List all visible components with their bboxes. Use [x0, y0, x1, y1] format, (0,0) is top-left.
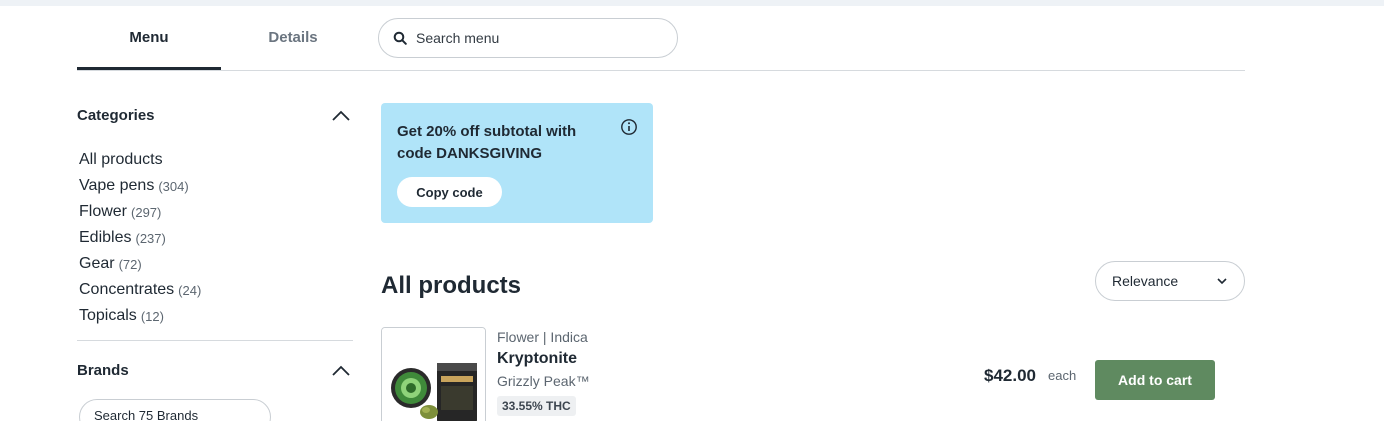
category-label: All products: [79, 151, 163, 168]
product-image[interactable]: [381, 327, 486, 421]
brands-collapse-chevron-icon[interactable]: [331, 363, 351, 377]
category-count: (12): [140, 308, 164, 324]
category-label: Gear: [79, 255, 115, 272]
copy-code-button[interactable]: Copy code: [397, 177, 502, 207]
category-label: Edibles: [79, 229, 132, 246]
product-category: Flower | Indica: [497, 329, 588, 345]
thc-badge: 33.55% THC: [497, 396, 576, 416]
product-photo-icon: [382, 328, 485, 421]
product-price: $42.00: [984, 366, 1036, 385]
category-item-flower[interactable]: Flower (297): [79, 199, 201, 225]
promo-text: Get 20% off subtotal with code DANKSGIVI…: [397, 123, 577, 162]
brand-search-box[interactable]: [79, 399, 271, 421]
product-name[interactable]: Kryptonite: [497, 350, 577, 368]
section-title: All products: [381, 272, 522, 299]
product-brand: Grizzly Peak™: [497, 373, 590, 389]
tab-menu[interactable]: Menu: [77, 18, 221, 70]
categories-heading: Categories: [77, 107, 155, 124]
price-unit: each: [1048, 368, 1077, 383]
category-item-edibles[interactable]: Edibles (237): [79, 225, 201, 251]
category-list: All products Vape pens (304) Flower (297) …: [79, 147, 201, 329]
category-count: (72): [118, 256, 142, 272]
category-item-topicals[interactable]: Topicals (12): [79, 303, 201, 329]
chevron-down-icon: [1217, 278, 1227, 285]
info-icon[interactable]: [620, 118, 638, 136]
category-label: Vape pens: [79, 177, 155, 194]
category-item-vape-pens[interactable]: Vape pens (304): [79, 173, 201, 199]
top-strip: [0, 0, 1384, 6]
category-item-all-products[interactable]: All products: [79, 147, 201, 173]
tab-details[interactable]: Details: [221, 18, 365, 70]
category-item-concentrates[interactable]: Concentrates (24): [79, 277, 201, 303]
tab-bar: Menu Details: [77, 18, 365, 70]
sort-selected-value: Relevance: [1112, 273, 1179, 289]
brand-search-input[interactable]: [94, 407, 264, 421]
category-label: Flower: [79, 203, 128, 220]
category-count: (24): [178, 282, 202, 298]
add-to-cart-button[interactable]: Add to cart: [1095, 360, 1215, 400]
sort-dropdown[interactable]: Relevance: [1095, 261, 1245, 301]
category-label: Topicals: [79, 307, 137, 324]
category-count: (304): [158, 178, 189, 194]
brands-heading: Brands: [77, 362, 129, 379]
category-item-gear[interactable]: Gear (72): [79, 251, 201, 277]
categories-collapse-chevron-icon[interactable]: [331, 108, 351, 122]
category-count: (297): [131, 204, 162, 220]
category-label: Concentrates: [79, 281, 175, 298]
menu-search-box[interactable]: [378, 18, 678, 58]
sidebar-divider: [77, 340, 353, 341]
promo-banner: Get 20% off subtotal with code DANKSGIVI…: [381, 103, 653, 223]
search-icon: [392, 30, 408, 46]
search-input[interactable]: [416, 30, 656, 46]
category-count: (237): [135, 230, 166, 246]
tab-divider: [77, 70, 1245, 71]
